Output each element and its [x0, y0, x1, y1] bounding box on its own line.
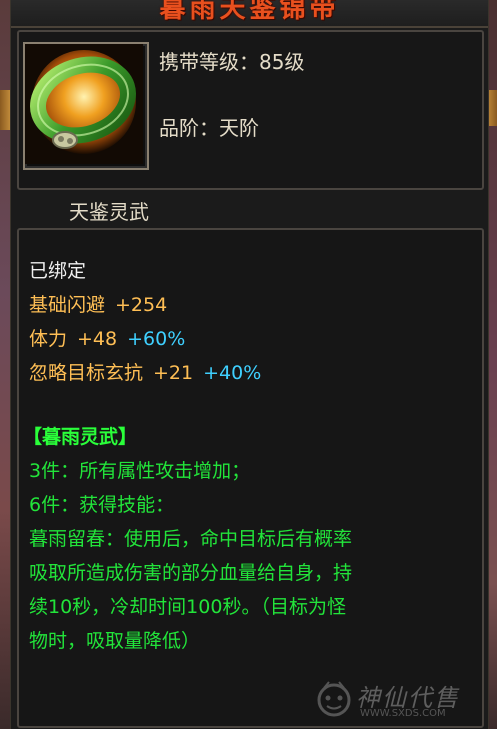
- set-bonus-3-piece: 3件：所有属性攻击增加；: [29, 460, 251, 482]
- stat-stamina-value: +48: [77, 328, 118, 350]
- stat-stamina-label: 体力: [29, 328, 68, 350]
- left-edge-tab: [0, 90, 10, 130]
- watermark-url: WWW.SXDS.COM: [360, 708, 446, 719]
- skill-description-line: 物时，吸取量降低）: [29, 630, 201, 652]
- item-header-box: 携带等级：85级 品阶：天阶: [17, 30, 484, 190]
- set-title: 【暮雨灵武】: [23, 426, 138, 448]
- grade-label: 品阶：天阶: [159, 116, 259, 140]
- skill-description-line: 暮雨留春：使用后，命中目标后有概率: [29, 528, 353, 550]
- item-stats-box: 已绑定 基础闪避 +254 体力 +48 +60% 忽略目标玄抗 +21 +40% 【暮雨…: [17, 228, 484, 728]
- stat-dodge-value: +254: [115, 294, 168, 316]
- set-bonus-6-piece: 6件：获得技能：: [29, 494, 175, 516]
- stat-stamina: 体力 +48 +60%: [29, 324, 185, 351]
- skill-description-line: 吸取所造成伤害的部分血量给自身，持: [29, 562, 353, 584]
- skill-description-line: 续10秒，冷却时间100秒。（目标为怪: [29, 596, 346, 618]
- item-name: 暮雨天鉴锦带: [159, 0, 340, 24]
- stat-dodge-label: 基础闪避: [29, 294, 106, 316]
- stat-ignore-resist-percent: +40%: [203, 362, 262, 384]
- carry-level-label: 携带等级：85级: [159, 50, 305, 74]
- stat-dodge: 基础闪避 +254: [29, 290, 167, 317]
- item-icon-frame[interactable]: [23, 42, 149, 170]
- watermark: 神仙代售 WWW.SXDS.COM: [316, 676, 466, 722]
- stat-ignore-resist-label: 忽略目标玄抗: [29, 362, 144, 384]
- stat-stamina-percent: +60%: [127, 328, 186, 350]
- item-tooltip-panel: 暮雨天鉴锦带 携带等级：85级 品阶：天阶 天鉴灵武 已绑定 基础闪避 +254…: [10, 0, 489, 729]
- item-subtitle: 天鉴灵武: [69, 200, 149, 224]
- stat-ignore-resist-value: +21: [153, 362, 194, 384]
- stat-ignore-resist: 忽略目标玄抗 +21 +40%: [29, 358, 261, 385]
- title-bar: 暮雨天鉴锦带: [11, 0, 488, 28]
- bind-status: 已绑定: [29, 260, 87, 282]
- watermark-logo-icon: [317, 681, 351, 717]
- jade-bracelet-icon: [25, 44, 143, 164]
